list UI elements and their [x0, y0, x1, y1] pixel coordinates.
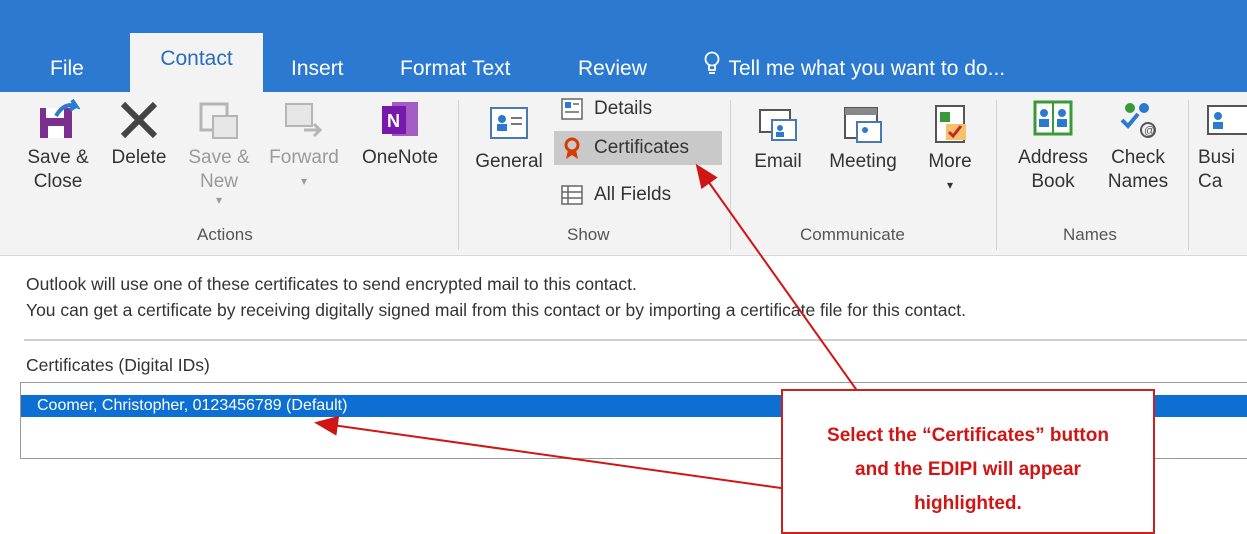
- instruction-callout: Select the “Certificates” button and the…: [781, 389, 1155, 534]
- callout-line1: Select the “Certificates” button: [827, 425, 1109, 446]
- arrow-to-certificates-button: [695, 163, 859, 393]
- callout-line2: and the EDIPI will appear: [855, 459, 1081, 480]
- arrow-to-certificate-row: [314, 415, 782, 489]
- callout-line3: highlighted.: [914, 493, 1022, 514]
